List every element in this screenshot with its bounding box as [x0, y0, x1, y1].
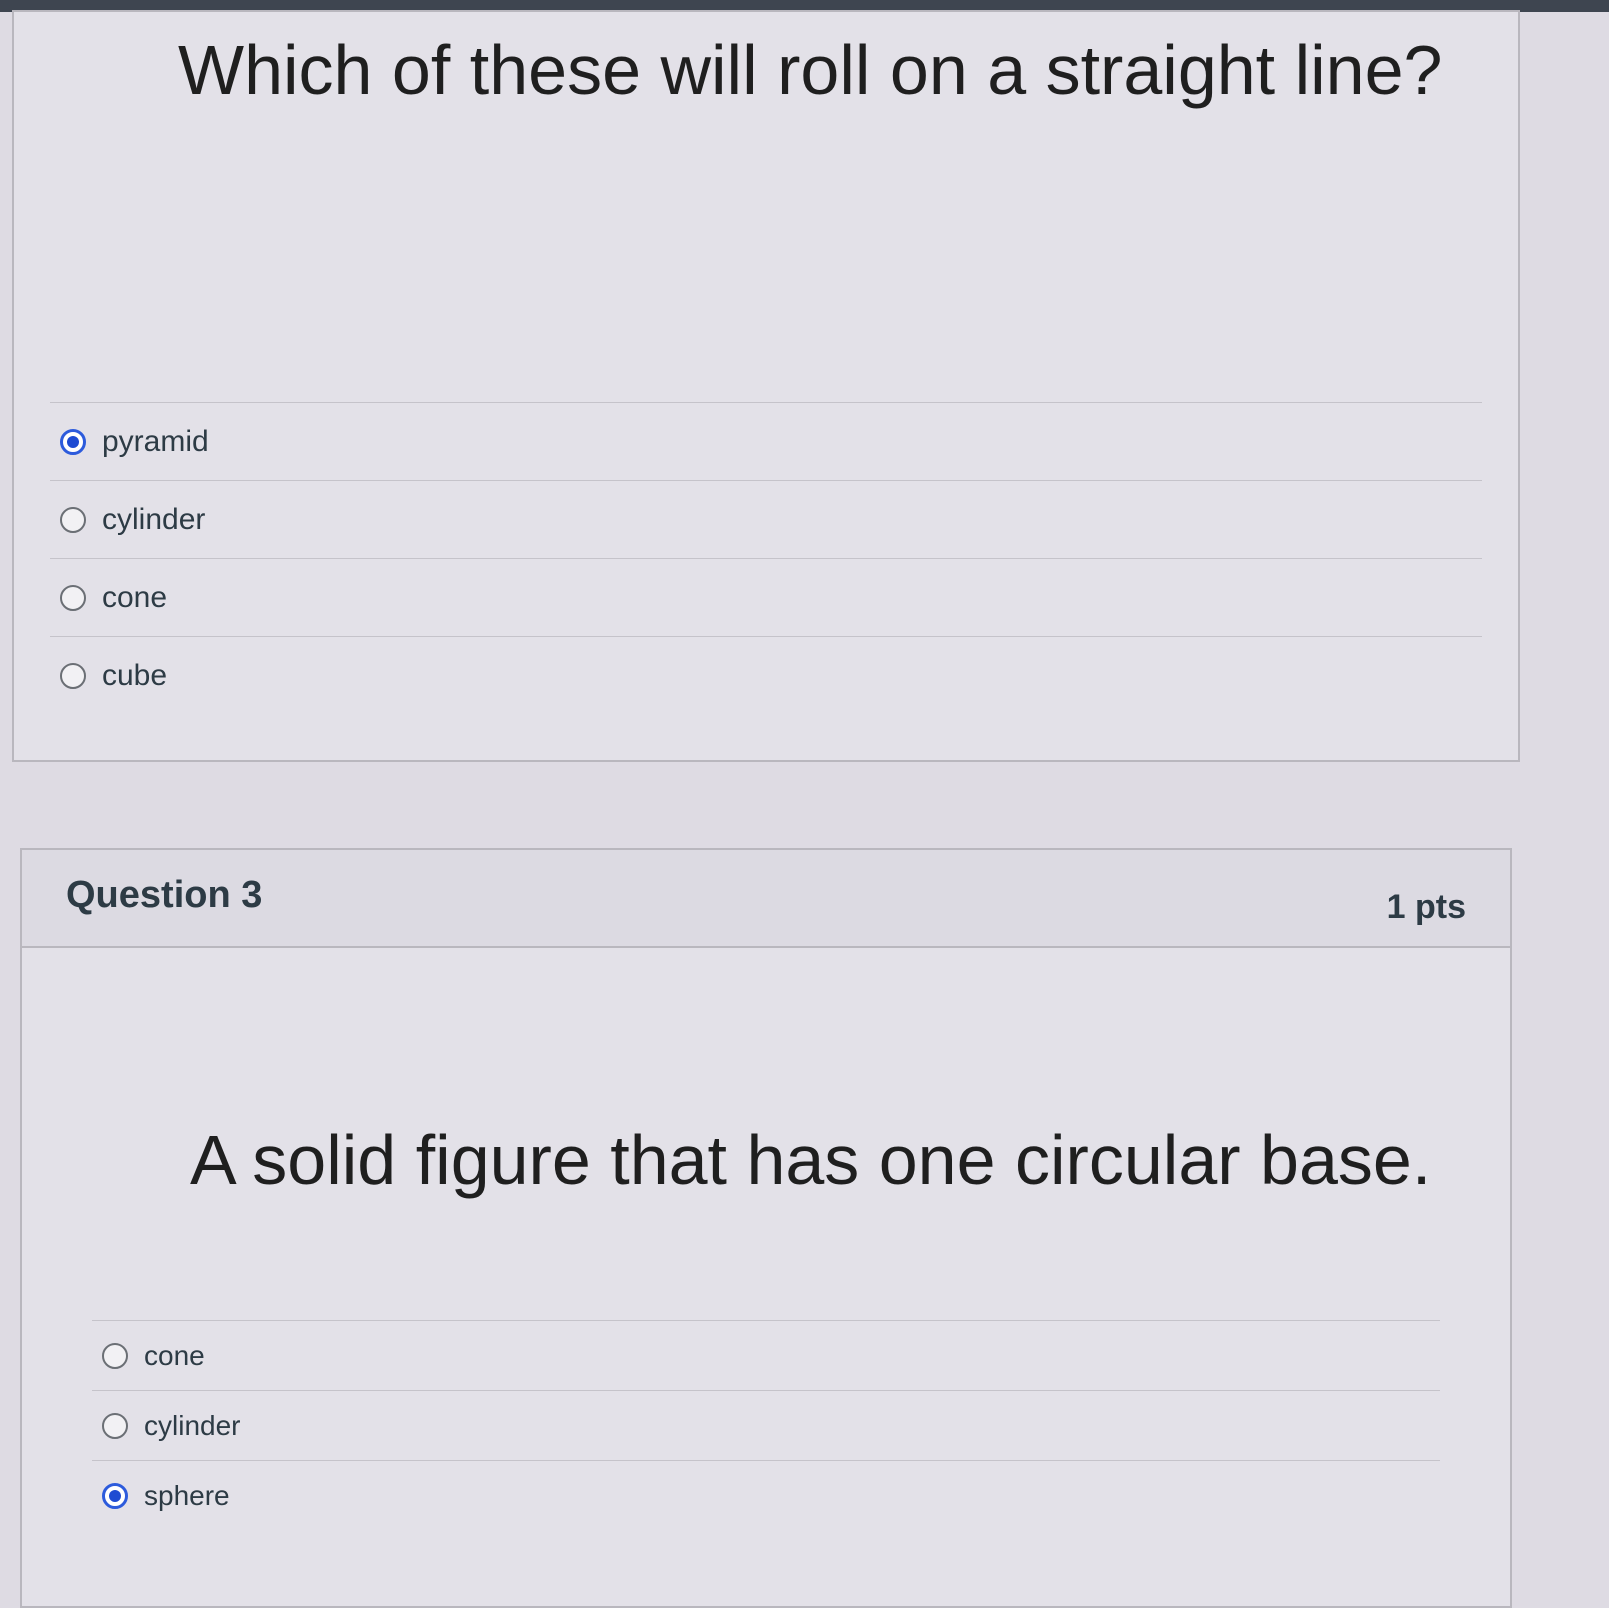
answer-label: cone — [102, 580, 168, 614]
answer-label: sphere — [144, 1479, 230, 1511]
answer-option-pyramid[interactable]: pyramid — [50, 402, 1482, 480]
radio-selected-icon[interactable] — [102, 1482, 128, 1509]
question-3-text: A solid figure that has one circular bas… — [190, 1121, 1432, 1199]
answer-option-cube[interactable]: cube — [50, 636, 1482, 714]
answer-label: cylinder — [144, 1409, 241, 1441]
question-2-text: Which of these will roll on a straight l… — [178, 31, 1443, 109]
question-points: 1 pts — [1386, 888, 1466, 926]
radio-unselected-icon[interactable] — [60, 662, 86, 689]
radio-unselected-icon[interactable] — [60, 584, 86, 611]
answer-option-sphere[interactable]: sphere — [92, 1460, 1440, 1530]
question-title: Question 3 — [66, 874, 263, 916]
answer-label: cylinder — [102, 502, 206, 536]
answer-label: pyramid — [102, 424, 209, 458]
question-2-card: Which of these will roll on a straight l… — [12, 10, 1520, 762]
answer-option-cylinder[interactable]: cylinder — [92, 1390, 1440, 1460]
answer-label: cube — [102, 658, 168, 692]
question-2-answer-list: pyramid cylinder cone cube — [50, 402, 1482, 714]
question-header: Question 3 1 pts — [22, 850, 1510, 948]
radio-unselected-icon[interactable] — [60, 506, 86, 533]
answer-option-cylinder[interactable]: cylinder — [50, 480, 1482, 558]
question-3-answer-list: cone cylinder sphere — [92, 1320, 1440, 1530]
answer-label: cone — [144, 1339, 205, 1371]
radio-selected-icon[interactable] — [60, 428, 86, 455]
radio-unselected-icon[interactable] — [102, 1412, 128, 1439]
answer-option-cone[interactable]: cone — [92, 1320, 1440, 1390]
radio-unselected-icon[interactable] — [102, 1342, 128, 1369]
question-3-card: Question 3 1 pts A solid figure that has… — [20, 848, 1512, 1608]
answer-option-cone[interactable]: cone — [50, 558, 1482, 636]
